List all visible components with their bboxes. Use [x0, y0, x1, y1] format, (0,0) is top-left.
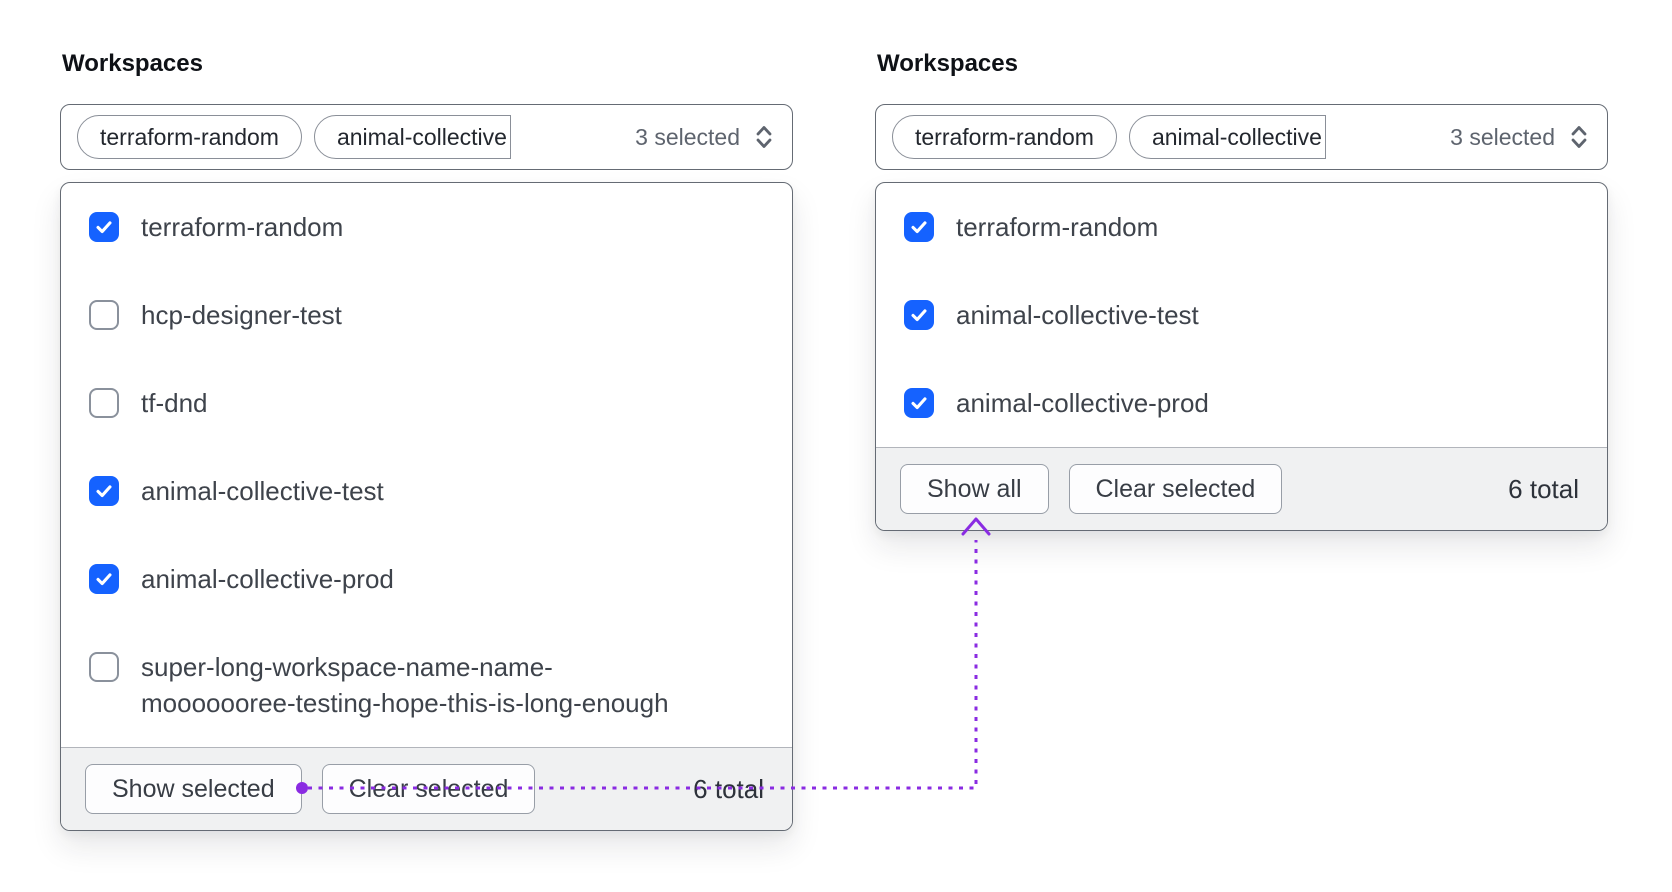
workspace-checkbox[interactable]	[904, 212, 934, 242]
workspace-option[interactable]: animal-collective-prod	[876, 359, 1607, 447]
workspaces-label: Workspaces	[62, 50, 203, 77]
workspace-option-label: terraform-random	[141, 209, 343, 245]
workspaces-select-trigger[interactable]: terraform-random animal-collective 3 sel…	[60, 104, 793, 170]
selected-count-text: 3 selected	[635, 123, 740, 150]
workspace-option-label: animal-collective-prod	[141, 561, 394, 597]
show-selected-button[interactable]: Show selected	[85, 764, 302, 814]
workspace-option[interactable]: animal-collective-test	[61, 447, 792, 535]
selected-count: 3 selected	[1450, 122, 1591, 152]
workspace-option[interactable]: terraform-random	[876, 183, 1607, 271]
workspaces-listbox: terraform-random hcp-designer-test tf-dn…	[60, 182, 793, 831]
selected-pill-truncated: animal-collective	[1128, 115, 1326, 159]
total-count: 6 total	[1508, 473, 1579, 504]
workspace-checkbox[interactable]	[904, 300, 934, 330]
option-label-line: terraform-random	[141, 212, 344, 242]
workspaces-select-trigger[interactable]: terraform-random animal-collective 3 sel…	[875, 104, 1608, 170]
workspace-option-label: hcp-designer-test	[141, 297, 342, 333]
option-label-line: hcp-designer-test	[141, 300, 342, 330]
option-label-line: terraform-random	[956, 212, 1159, 242]
workspace-option[interactable]: tf-dnd	[61, 359, 792, 447]
workspace-option-label: animal-collective-test	[956, 297, 1199, 333]
workspace-checkbox[interactable]	[89, 300, 119, 330]
selected-count: 3 selected	[635, 122, 776, 152]
listbox-footer: Show selected Clear selected 6 total	[61, 747, 792, 830]
workspace-option-label: super-long-workspace-name-name- moooooor…	[141, 649, 669, 721]
workspaces-multiselect-after: Workspaces terraform-random animal-colle…	[875, 50, 1608, 531]
check-icon	[96, 221, 112, 234]
clear-selected-button[interactable]: Clear selected	[1068, 464, 1283, 514]
option-label-line: super-long-workspace-name-name-	[141, 652, 553, 682]
selected-count-text: 3 selected	[1450, 123, 1555, 150]
workspace-option[interactable]: animal-collective-prod	[61, 535, 792, 623]
workspaces-label: Workspaces	[877, 50, 1018, 77]
chevrons-up-down-icon	[1571, 126, 1587, 148]
workspaces-listbox: terraform-random animal-collective-test …	[875, 182, 1608, 531]
chevrons-up-down-icon	[756, 126, 772, 148]
option-label-line: tf-dnd	[141, 388, 208, 418]
selected-pill: terraform-random	[892, 115, 1117, 159]
check-icon	[911, 309, 927, 322]
workspace-option[interactable]: super-long-workspace-name-name- moooooor…	[61, 623, 792, 747]
workspace-checkbox[interactable]	[904, 388, 934, 418]
workspace-option-label: tf-dnd	[141, 385, 208, 421]
check-icon	[96, 485, 112, 498]
workspace-checkbox[interactable]	[89, 564, 119, 594]
total-count: 6 total	[693, 773, 764, 804]
option-label-line: animal-collective-prod	[141, 564, 394, 594]
option-label-line: animal-collective-test	[956, 300, 1199, 330]
check-icon	[911, 221, 927, 234]
workspace-checkbox[interactable]	[89, 476, 119, 506]
workspace-checkbox[interactable]	[89, 212, 119, 242]
option-label-line: animal-collective-prod	[956, 388, 1209, 418]
workspaces-multiselect-before: Workspaces terraform-random animal-colle…	[60, 50, 793, 831]
workspace-option[interactable]: animal-collective-test	[876, 271, 1607, 359]
workspace-option-label: terraform-random	[956, 209, 1158, 245]
workspace-checkbox[interactable]	[89, 388, 119, 418]
option-label-line: animal-collective-test	[141, 476, 384, 506]
option-label-line: mooooooree-testing-hope-this-is-long-eno…	[141, 688, 669, 718]
selected-pill: terraform-random	[77, 115, 302, 159]
show-all-button[interactable]: Show all	[900, 464, 1049, 514]
selected-pill-truncated: animal-collective	[313, 115, 511, 159]
check-icon	[96, 573, 112, 586]
workspace-checkbox[interactable]	[89, 652, 119, 682]
clear-selected-button[interactable]: Clear selected	[321, 764, 536, 814]
listbox-footer: Show all Clear selected 6 total	[876, 447, 1607, 530]
workspace-option[interactable]: terraform-random	[61, 183, 792, 271]
workspace-option-label: animal-collective-test	[141, 473, 384, 509]
workspace-option-label: animal-collective-prod	[956, 385, 1209, 421]
workspace-option[interactable]: hcp-designer-test	[61, 271, 792, 359]
check-icon	[911, 397, 927, 410]
